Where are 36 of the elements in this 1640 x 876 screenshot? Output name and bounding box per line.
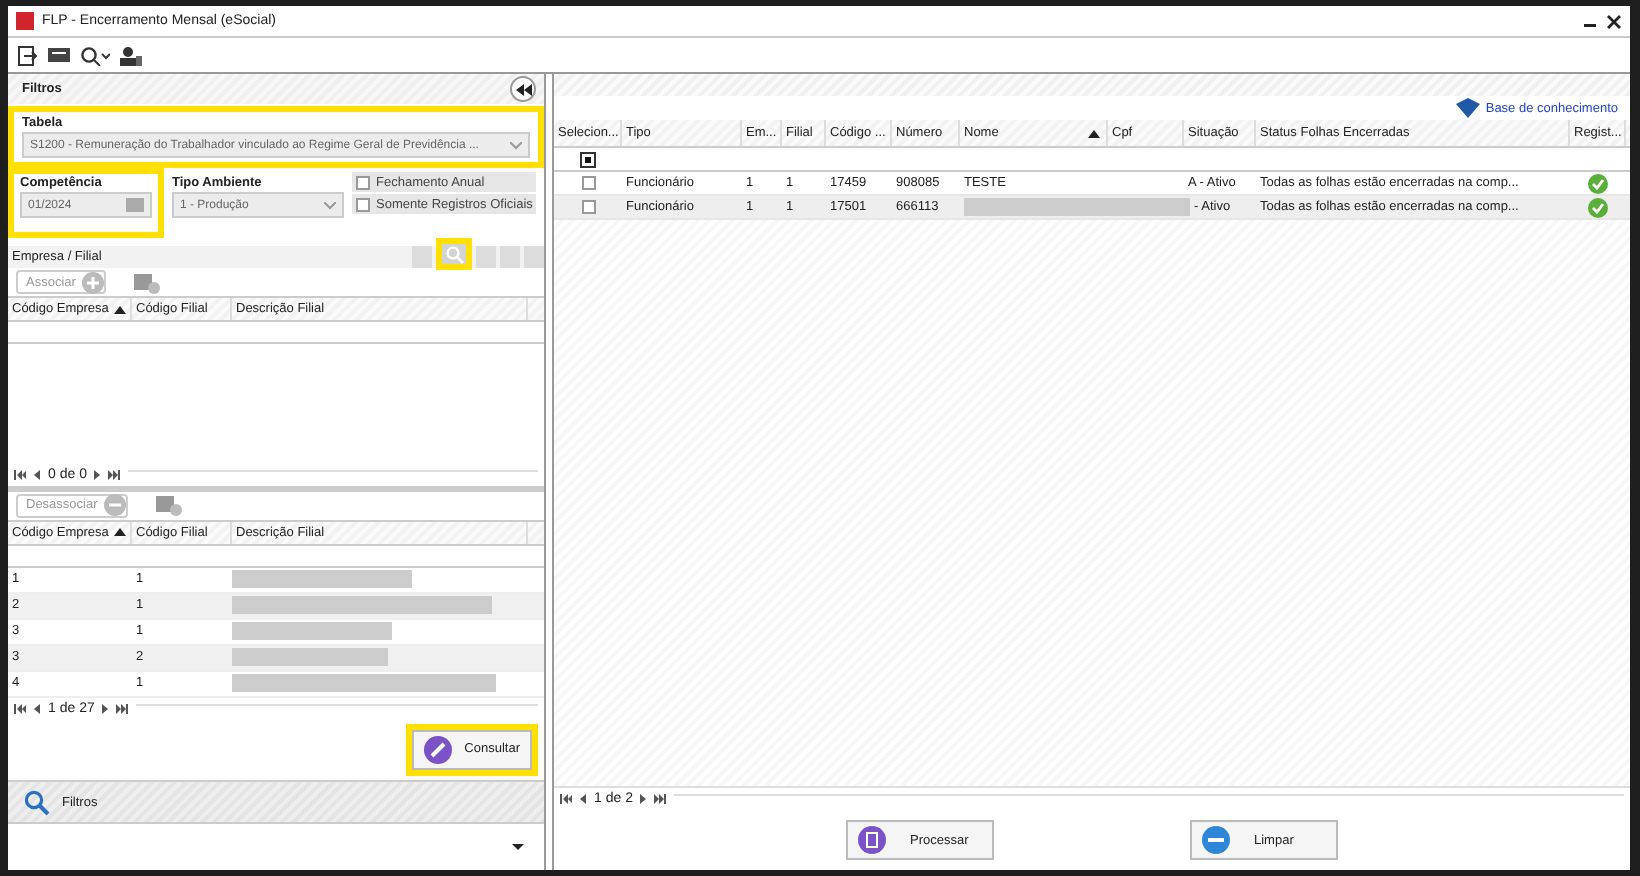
exit-icon[interactable] xyxy=(18,45,38,65)
dropdown-arrow-icon[interactable] xyxy=(512,843,524,852)
search-icon xyxy=(24,789,50,816)
collapse-icon[interactable] xyxy=(510,76,536,102)
row-checkbox[interactable] xyxy=(581,200,595,214)
check-icon xyxy=(1588,173,1608,193)
pager-next-icon[interactable] xyxy=(640,794,647,804)
pager-last-icon[interactable] xyxy=(108,469,121,480)
minus-icon xyxy=(1202,826,1230,854)
pager-next-icon[interactable] xyxy=(102,703,109,714)
pager-last-icon[interactable] xyxy=(654,794,667,804)
pen-icon xyxy=(424,735,453,764)
check-icon xyxy=(1588,197,1608,217)
pager-first-icon[interactable] xyxy=(14,703,26,714)
plus-circle-icon xyxy=(81,271,104,294)
list-remove-icon[interactable] xyxy=(155,494,182,517)
search-icon[interactable] xyxy=(80,45,110,65)
close-icon[interactable] xyxy=(1606,13,1622,29)
pager-last-icon[interactable] xyxy=(116,703,129,714)
list-add-icon[interactable] xyxy=(133,271,160,294)
app-logo-icon xyxy=(16,12,34,30)
sort-icon xyxy=(114,305,127,314)
pager-prev-icon[interactable] xyxy=(34,469,40,480)
document-icon xyxy=(858,826,886,854)
user-icon[interactable] xyxy=(120,45,142,65)
minus-circle-icon xyxy=(103,494,126,517)
pager-next-icon[interactable] xyxy=(94,469,101,480)
pager-prev-icon[interactable] xyxy=(580,794,586,804)
pager-first-icon[interactable] xyxy=(560,794,572,804)
select-all-checkbox[interactable] xyxy=(580,151,596,167)
keyboard-icon[interactable] xyxy=(48,46,70,64)
pager-prev-icon[interactable] xyxy=(34,703,40,714)
pager-first-icon[interactable] xyxy=(14,469,26,480)
sort-icon xyxy=(1088,129,1100,137)
row-checkbox[interactable] xyxy=(581,176,595,190)
sort-icon xyxy=(114,528,127,537)
